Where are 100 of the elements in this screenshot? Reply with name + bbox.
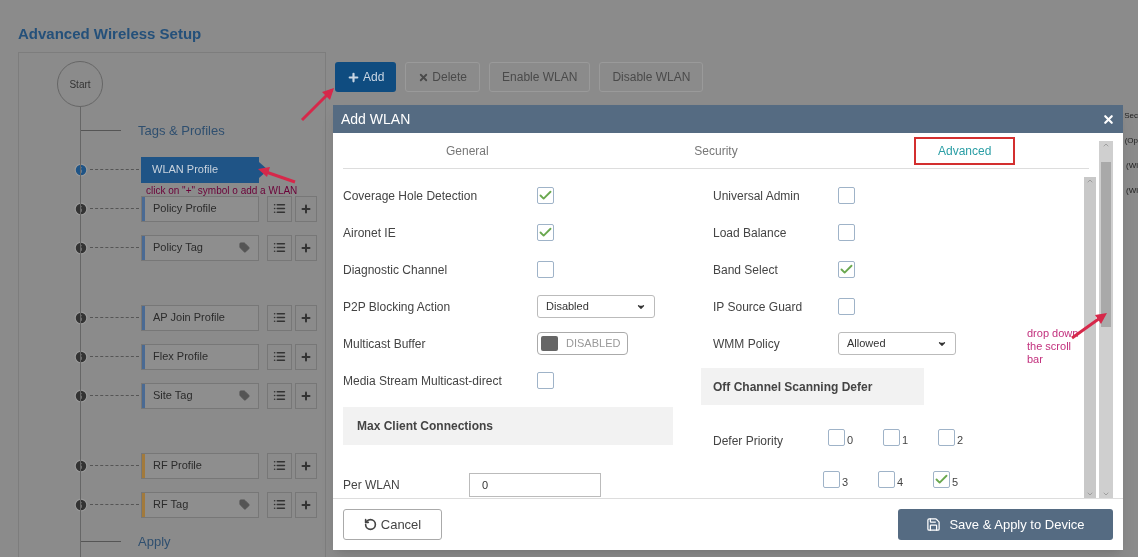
- save-icon: [926, 517, 942, 532]
- add-button[interactable]: [295, 452, 317, 479]
- scroll-up-icon: [1102, 141, 1110, 149]
- toggle-knob: [541, 336, 558, 351]
- add-button[interactable]: [295, 304, 317, 331]
- field-label: IP Source Guard: [713, 300, 804, 313]
- list-button[interactable]: [267, 195, 292, 222]
- outer-scrollbar[interactable]: [1099, 141, 1113, 498]
- tree-item[interactable]: Site Tag: [141, 382, 259, 409]
- page-title: Advanced Wireless Setup: [18, 25, 202, 42]
- field-label: P2P Blocking Action: [343, 300, 452, 313]
- info-icon[interactable]: [74, 349, 88, 364]
- field-label: Coverage Hole Detection: [343, 189, 479, 202]
- table-cell: (Op: [1124, 135, 1138, 147]
- list-icon: [273, 311, 286, 324]
- list-button[interactable]: [267, 343, 292, 370]
- list-button[interactable]: [267, 304, 292, 331]
- plus-icon: [300, 202, 312, 215]
- list-button[interactable]: [267, 452, 292, 479]
- add-button[interactable]: [295, 382, 317, 409]
- option-label: 2: [957, 435, 964, 446]
- tree-item[interactable]: RF Profile: [141, 452, 259, 479]
- option-label: 3: [842, 477, 849, 488]
- list-button[interactable]: [267, 382, 292, 409]
- check-icon: [934, 472, 949, 487]
- dropdown[interactable]: Disabled: [537, 295, 655, 318]
- add-button[interactable]: [295, 195, 317, 222]
- info-icon[interactable]: [74, 388, 88, 403]
- toggle-switch[interactable]: DISABLED: [537, 332, 628, 355]
- checkbox[interactable]: [823, 471, 840, 488]
- field-label: Load Balance: [713, 226, 788, 239]
- checkbox[interactable]: [938, 429, 955, 446]
- tag-icon: [239, 242, 250, 253]
- checkbox[interactable]: [537, 261, 554, 278]
- plus-icon: [300, 311, 312, 324]
- start-node: Start: [57, 61, 103, 107]
- field-label: Diagnostic Channel: [343, 263, 449, 276]
- section-heading: Max Client Connections: [357, 418, 493, 435]
- tree-item[interactable]: AP Join Profile: [141, 304, 259, 331]
- dropdown[interactable]: Allowed: [838, 332, 956, 355]
- list-icon: [273, 459, 286, 472]
- option-label: 1: [902, 435, 909, 446]
- cancel-button[interactable]: Cancel: [343, 509, 442, 540]
- field-label: Per WLAN: [343, 477, 401, 494]
- checkbox[interactable]: [537, 372, 554, 389]
- info-icon[interactable]: [74, 162, 88, 177]
- field-label: Defer Priority: [713, 435, 784, 450]
- list-icon: [273, 202, 286, 215]
- list-icon: [273, 350, 286, 363]
- plus-icon: [300, 350, 312, 363]
- field-label: Media Stream Multicast-direct: [343, 374, 503, 387]
- tree-item[interactable]: Flex Profile: [141, 343, 259, 370]
- annotation-text: click on "+" symbol o add a WLAN: [146, 185, 298, 196]
- add-button[interactable]: [295, 343, 317, 370]
- checkbox[interactable]: [838, 224, 855, 241]
- checkbox[interactable]: [838, 298, 855, 315]
- checkbox[interactable]: [933, 471, 950, 488]
- close-icon[interactable]: [1102, 112, 1115, 126]
- dialog-title: Add WLAN: [341, 109, 411, 129]
- tree-item[interactable]: Policy Profile: [141, 195, 259, 222]
- list-button[interactable]: [267, 491, 292, 518]
- field-label: Multicast Buffer: [343, 337, 427, 350]
- field-label: WMM Policy: [713, 337, 781, 350]
- info-icon[interactable]: [74, 497, 88, 512]
- annotation-text: drop down the scroll bar: [1027, 327, 1080, 366]
- list-button[interactable]: [267, 234, 292, 261]
- checkbox[interactable]: [878, 471, 895, 488]
- list-icon: [273, 241, 286, 254]
- plus-icon: [300, 498, 312, 511]
- tab[interactable]: General: [422, 137, 513, 165]
- plus-icon: [347, 70, 360, 84]
- inner-scrollbar[interactable]: [1084, 177, 1096, 498]
- save-button[interactable]: Save & Apply to Device: [898, 509, 1113, 540]
- tab[interactable]: Security: [670, 137, 762, 165]
- toolbar-button[interactable]: Add: [335, 62, 397, 92]
- tree-item[interactable]: RF Tag: [141, 491, 259, 518]
- scroll-thumb[interactable]: [1101, 162, 1111, 327]
- input-field[interactable]: 0: [469, 473, 601, 497]
- checkbox[interactable]: [883, 429, 900, 446]
- scroll-up-icon: [1086, 177, 1094, 185]
- checkbox[interactable]: [838, 261, 855, 278]
- checkbox[interactable]: [537, 187, 554, 204]
- list-icon: [273, 389, 286, 402]
- list-icon: [273, 498, 286, 511]
- plus-icon: [300, 459, 312, 472]
- info-icon[interactable]: [74, 310, 88, 325]
- add-button[interactable]: [295, 234, 317, 261]
- tab[interactable]: Advanced: [914, 137, 1016, 165]
- option-label: 5: [952, 477, 959, 488]
- undo-icon: [363, 518, 377, 531]
- info-icon[interactable]: [74, 240, 88, 255]
- tag-icon: [239, 390, 250, 401]
- info-icon[interactable]: [74, 458, 88, 473]
- check-icon: [538, 188, 553, 203]
- tree-item[interactable]: Policy Tag: [141, 234, 259, 261]
- checkbox[interactable]: [537, 224, 554, 241]
- checkbox[interactable]: [838, 187, 855, 204]
- info-icon[interactable]: [74, 201, 88, 216]
- checkbox[interactable]: [828, 429, 845, 446]
- add-button[interactable]: [295, 491, 317, 518]
